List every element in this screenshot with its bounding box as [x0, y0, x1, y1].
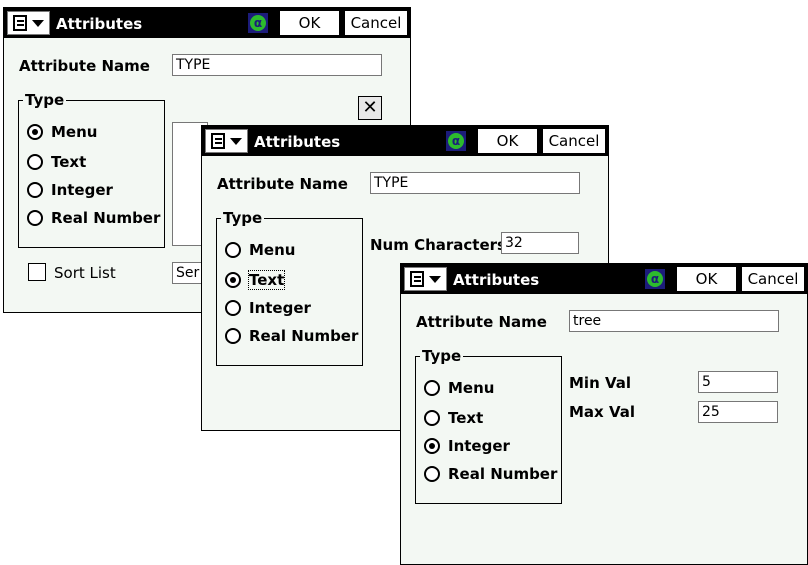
radio-indicator — [424, 410, 440, 426]
attribute-name-field[interactable]: tree — [569, 310, 779, 332]
radio-indicator — [424, 466, 440, 482]
radio-menu[interactable]: Menu — [27, 121, 97, 143]
window-title: Attributes — [254, 133, 341, 151]
start-menu-icon[interactable] — [7, 11, 50, 35]
start-menu-icon[interactable] — [404, 267, 447, 291]
attribute-name-label: Attribute Name — [416, 313, 547, 331]
radio-label: Menu — [51, 123, 98, 141]
radio-indicator — [27, 124, 43, 140]
max-val-label: Max Val — [569, 403, 635, 421]
radio-label: Real Number — [249, 327, 359, 345]
radio-indicator — [424, 438, 440, 454]
type-group: Type Menu Text Integer Real Number — [18, 91, 165, 248]
radio-indicator — [225, 242, 241, 258]
radio-label: Integer — [249, 299, 311, 317]
radio-menu[interactable]: Menu — [225, 239, 295, 261]
radio-label: Real Number — [448, 465, 558, 483]
radio-integer[interactable]: Integer — [225, 297, 311, 319]
type-group-title: Type — [420, 347, 464, 365]
alpha-input-icon[interactable]: α — [645, 269, 665, 289]
type-group: Type Menu Text Integer Real Number — [415, 347, 562, 504]
radio-indicator — [225, 300, 241, 316]
type-group-title: Type — [221, 209, 265, 227]
ok-button[interactable]: OK — [477, 128, 538, 154]
cancel-button[interactable]: Cancel — [344, 10, 408, 36]
window-title: Attributes — [56, 15, 143, 33]
radio-label: Text — [448, 409, 484, 427]
title-bar: Attributes α OK Cancel — [202, 126, 608, 156]
radio-label: Text — [247, 270, 286, 290]
title-bar: Attributes α OK Cancel — [4, 8, 410, 38]
ok-button[interactable]: OK — [676, 266, 737, 292]
sort-list-checkbox[interactable] — [28, 263, 46, 281]
type-group: Type Menu Text Integer Real Number — [216, 209, 363, 366]
attributes-window-integer: Attributes α OK Cancel Attribute Name tr… — [400, 263, 808, 565]
window-title: Attributes — [453, 271, 540, 289]
radio-real-number[interactable]: Real Number — [27, 207, 160, 229]
ok-button[interactable]: OK — [279, 10, 340, 36]
radio-label: Integer — [51, 181, 113, 199]
radio-menu[interactable]: Menu — [424, 377, 494, 399]
attribute-name-label: Attribute Name — [19, 57, 150, 75]
start-menu-icon[interactable] — [205, 129, 248, 153]
radio-label: Real Number — [51, 209, 161, 227]
num-characters-field[interactable]: 32 — [501, 232, 579, 254]
title-bar: Attributes α OK Cancel — [401, 264, 807, 294]
alpha-input-icon[interactable]: α — [248, 13, 268, 33]
radio-text[interactable]: Text — [225, 269, 286, 291]
radio-text[interactable]: Text — [424, 407, 483, 429]
radio-indicator — [27, 210, 43, 226]
alpha-input-icon[interactable]: α — [446, 131, 466, 151]
radio-real-number[interactable]: Real Number — [424, 463, 557, 485]
cancel-button[interactable]: Cancel — [542, 128, 606, 154]
min-val-label: Min Val — [569, 374, 632, 392]
radio-indicator — [225, 328, 241, 344]
radio-text[interactable]: Text — [27, 151, 86, 173]
max-val-field[interactable]: 25 — [698, 401, 778, 423]
attribute-name-field[interactable]: TYPE — [370, 172, 580, 194]
sort-list-label: Sort List — [54, 264, 116, 282]
type-group-title: Type — [23, 91, 67, 109]
radio-integer[interactable]: Integer — [27, 179, 113, 201]
radio-indicator — [225, 272, 241, 288]
cancel-button[interactable]: Cancel — [741, 266, 805, 292]
num-characters-label: Num Characters — [370, 236, 506, 254]
min-val-field[interactable]: 5 — [698, 371, 778, 393]
radio-label: Menu — [249, 241, 296, 259]
radio-real-number[interactable]: Real Number — [225, 325, 358, 347]
close-x-icon[interactable]: ✕ — [358, 96, 382, 120]
radio-indicator — [27, 154, 43, 170]
radio-indicator — [27, 182, 43, 198]
radio-indicator — [424, 380, 440, 396]
radio-integer[interactable]: Integer — [424, 435, 510, 457]
attribute-name-field[interactable]: TYPE — [172, 54, 382, 76]
radio-label: Menu — [448, 379, 495, 397]
radio-label: Text — [51, 153, 87, 171]
radio-label: Integer — [448, 437, 510, 455]
attribute-name-label: Attribute Name — [217, 175, 348, 193]
